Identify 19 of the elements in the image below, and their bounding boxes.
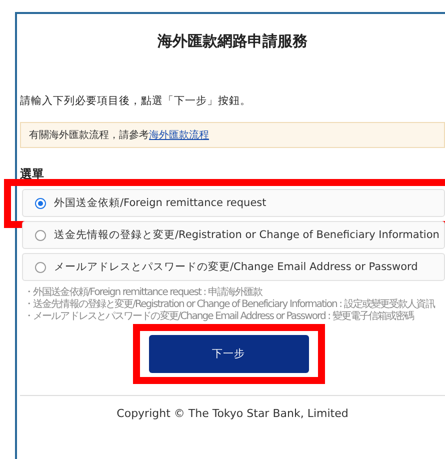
note-text: ・メールアドレスとパスワードの変更/Change Email Address or Password : 變更電子信箱或密碼 [24,311,415,323]
option-label: メールアドレスとパスワードの変更/Change Email Address or Password [54,260,418,274]
menu-heading: 選單 [20,166,45,183]
menu-option[interactable]: メールアドレスとパスワードの変更/Change Email Address or Password [22,253,445,281]
copyright-text: Copyright © The Tokyo Star Bank, Limited [20,395,445,420]
note-text: ・外国送金依頼/Foreign remittance request : 申請海外匯款 [24,287,264,298]
note-text: ・送金先情報の登録と変更/Registration or Change of Beneficiary Information : 設定或變更受款人資訊 [24,299,436,310]
menu-option[interactable]: 送金先情報の登録と変更/Registration or Change of Beneficiary Information [22,221,445,249]
notice-text: 有關海外匯款流程，請參考 [29,130,149,141]
radio-button[interactable] [35,230,46,240]
menu-option[interactable]: 外国送金依頼/Foreign remittance request [22,189,445,217]
next-button[interactable]: 下一步 [148,335,308,373]
radio-button[interactable] [35,198,46,208]
instruction-text: 請輸入下列必要項目後，點選「下一步」按鈕。 [20,94,252,108]
radio-button[interactable] [35,262,46,272]
option-label: 送金先情報の登録と変更/Registration or Change of Beneficiary Information [54,228,440,242]
page-title: 海外匯款網路申請服務 [156,31,308,51]
option-label: 外国送金依頼/Foreign remittance request [54,196,266,210]
flow-link[interactable]: 海外匯款流程 [149,130,209,141]
